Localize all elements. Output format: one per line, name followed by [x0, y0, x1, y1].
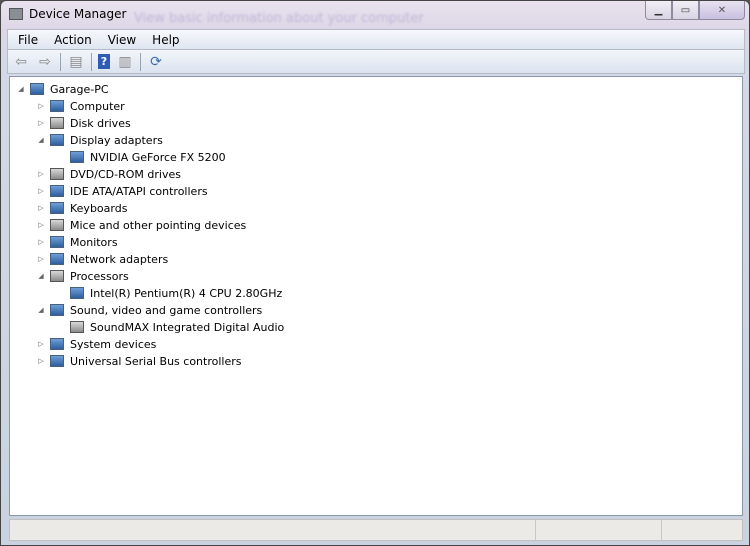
toolbar: ⇦ ⇨ ▤ ? ▥ ⟳ — [7, 50, 745, 74]
tree-item-label: IDE ATA/ATAPI controllers — [70, 184, 208, 198]
device-icon — [70, 321, 84, 333]
collapsed-arrow-icon[interactable]: ▷ — [36, 238, 46, 246]
maximize-button[interactable]: ▭ — [672, 1, 699, 20]
collapsed-arrow-icon[interactable]: ▷ — [36, 340, 46, 348]
collapsed-arrow-icon[interactable]: ▷ — [36, 102, 46, 110]
menu-view[interactable]: View — [108, 33, 136, 47]
show-action-pane-icon[interactable]: ▥ — [116, 54, 134, 70]
expanded-arrow-icon[interactable]: ◢ — [36, 272, 46, 280]
tree-item-label: Disk drives — [70, 116, 131, 130]
tree-item[interactable]: ▷ Monitors — [36, 234, 118, 250]
tree-item-label: Processors — [70, 269, 129, 283]
expanded-arrow-icon[interactable]: ◢ — [36, 306, 46, 314]
menu-action[interactable]: Action — [54, 33, 92, 47]
device-manager-icon — [9, 8, 23, 20]
device-icon — [50, 355, 64, 367]
tree-item[interactable]: ◢ Sound, video and game controllers — [36, 302, 262, 318]
tree-item-label: Monitors — [70, 235, 118, 249]
expanded-arrow-icon[interactable]: ◢ — [16, 85, 26, 93]
expanded-arrow-icon[interactable]: ◢ — [36, 136, 46, 144]
device-icon — [50, 168, 64, 180]
device-icon — [50, 338, 64, 350]
back-icon[interactable]: ⇦ — [12, 54, 30, 70]
tree-item-label: Universal Serial Bus controllers — [70, 354, 242, 368]
window-title: Device Manager — [29, 7, 127, 21]
status-section — [10, 520, 536, 540]
status-section — [662, 520, 742, 540]
background-window-text: View basic information about your comput… — [134, 11, 424, 26]
tree-item-label: Display adapters — [70, 133, 163, 147]
tree-item[interactable]: ◢ Garage-PC — [16, 81, 109, 97]
collapsed-arrow-icon[interactable]: ▷ — [36, 255, 46, 263]
tree-item[interactable]: ◢ Processors — [36, 268, 129, 284]
device-icon — [50, 185, 64, 197]
collapsed-arrow-icon[interactable]: ▷ — [36, 119, 46, 127]
collapsed-arrow-icon[interactable]: ▷ — [36, 187, 46, 195]
device-icon — [50, 117, 64, 129]
help-icon[interactable]: ? — [98, 54, 110, 69]
tree-item[interactable]: ▷ DVD/CD-ROM drives — [36, 166, 181, 182]
tree-item-label: Keyboards — [70, 201, 128, 215]
close-button[interactable]: ✕ — [699, 1, 745, 20]
scan-hardware-icon[interactable]: ⟳ — [147, 54, 165, 70]
show-hide-console-tree-icon[interactable]: ▤ — [67, 54, 85, 70]
collapsed-arrow-icon[interactable]: ▷ — [36, 204, 46, 212]
tree-item-label: Intel(R) Pentium(R) 4 CPU 2.80GHz — [90, 286, 283, 300]
status-section — [536, 520, 662, 540]
tree-item[interactable]: Intel(R) Pentium(R) 4 CPU 2.80GHz — [56, 285, 282, 301]
device-icon — [70, 287, 84, 299]
device-icon — [50, 219, 64, 231]
device-icon — [50, 253, 64, 265]
tree-item[interactable]: ▷ Computer — [36, 98, 125, 114]
collapsed-arrow-icon[interactable]: ▷ — [36, 357, 46, 365]
toolbar-separator — [140, 52, 141, 71]
tree-item-label: Sound, video and game controllers — [70, 303, 263, 317]
tree-item-label: NVIDIA GeForce FX 5200 — [90, 150, 226, 164]
tree-item-label: SoundMAX Integrated Digital Audio — [90, 320, 285, 334]
tree-item[interactable]: ▷ System devices — [36, 336, 156, 352]
toolbar-separator — [60, 52, 61, 71]
tree-item-label: Network adapters — [70, 252, 169, 266]
tree-item-label: DVD/CD-ROM drives — [70, 167, 181, 181]
tree-item[interactable]: ▷ Mice and other pointing devices — [36, 217, 246, 233]
device-icon — [50, 134, 64, 146]
toolbar-separator — [91, 52, 92, 71]
collapsed-arrow-icon[interactable]: ▷ — [36, 221, 46, 229]
device-tree[interactable]: ◢ Garage-PC ▷ Computer ▷ Disk drives ◢ Display … — [9, 76, 743, 516]
forward-icon[interactable]: ⇨ — [36, 54, 54, 70]
tree-item-label: Computer — [70, 99, 125, 113]
tree-item-label: Mice and other pointing devices — [70, 218, 247, 232]
device-icon — [50, 236, 64, 248]
device-manager-window: Device Manager View basic information ab… — [0, 0, 750, 546]
tree-item-label: Garage-PC — [50, 82, 109, 96]
menu-bar: File Action View Help — [7, 29, 745, 50]
minimize-button[interactable]: ▁ — [645, 1, 672, 20]
device-icon — [50, 100, 64, 112]
device-icon — [70, 151, 84, 163]
device-icon — [50, 304, 64, 316]
tree-item[interactable]: ▷ Universal Serial Bus controllers — [36, 353, 241, 369]
tree-item[interactable]: ▷ Disk drives — [36, 115, 131, 131]
device-icon — [50, 202, 64, 214]
tree-item[interactable]: NVIDIA GeForce FX 5200 — [56, 149, 226, 165]
device-icon — [50, 270, 64, 282]
tree-item[interactable]: ▷ Network adapters — [36, 251, 168, 267]
tree-item[interactable]: SoundMAX Integrated Digital Audio — [56, 319, 284, 335]
device-icon — [30, 83, 44, 95]
tree-item[interactable]: ▷ IDE ATA/ATAPI controllers — [36, 183, 208, 199]
status-bar — [9, 519, 743, 541]
tree-item[interactable]: ◢ Display adapters — [36, 132, 163, 148]
menu-help[interactable]: Help — [152, 33, 179, 47]
menu-file[interactable]: File — [18, 33, 38, 47]
collapsed-arrow-icon[interactable]: ▷ — [36, 170, 46, 178]
tree-item[interactable]: ▷ Keyboards — [36, 200, 127, 216]
tree-item-label: System devices — [70, 337, 157, 351]
